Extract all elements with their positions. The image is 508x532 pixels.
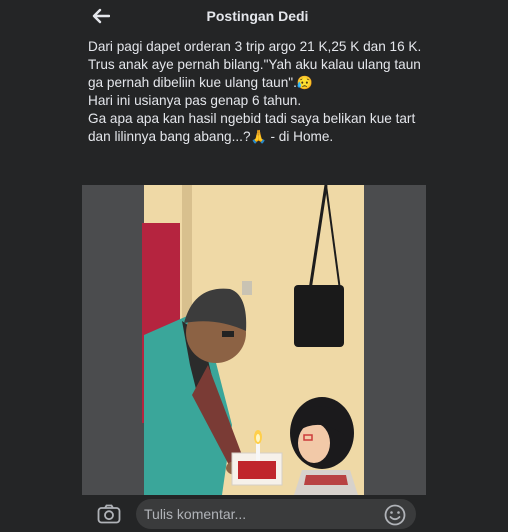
- post-line-4: Ga apa apa kan hasil ngebid tadi saya be…: [88, 110, 428, 146]
- folded-hands-emoji: 🙏: [250, 129, 267, 144]
- post-photo[interactable]: [82, 185, 426, 495]
- camera-button[interactable]: [96, 502, 122, 526]
- comment-bar: [0, 496, 508, 532]
- post-line-3: Hari ini usianya pas genap 6 tahun.: [88, 93, 302, 108]
- post-line-2-text: Trus anak aye pernah bilang."Yah aku kal…: [88, 57, 425, 90]
- top-bar: Postingan Dedi: [0, 0, 508, 34]
- camera-icon: [97, 504, 121, 524]
- sad-face-emoji: 😥: [296, 75, 314, 90]
- emoji-button[interactable]: [384, 504, 406, 526]
- smiley-icon: [384, 504, 406, 526]
- post-line-1: Dari pagi dapet orderan 3 trip argo 21 K…: [88, 39, 422, 54]
- comment-input[interactable]: [136, 499, 416, 529]
- post-body: Dari pagi dapet orderan 3 trip argo 21 K…: [88, 38, 428, 146]
- post-screen: Postingan Dedi Dari pagi dapet orderan 3…: [0, 0, 508, 532]
- location-text[interactable]: - di Home.: [267, 129, 333, 144]
- arrow-left-icon: [92, 8, 110, 24]
- page-title: Postingan Dedi: [206, 8, 309, 24]
- post-line-2: Trus anak aye pernah bilang."Yah aku kal…: [88, 56, 428, 92]
- photo-illustration: [82, 185, 426, 495]
- back-button[interactable]: [88, 4, 114, 28]
